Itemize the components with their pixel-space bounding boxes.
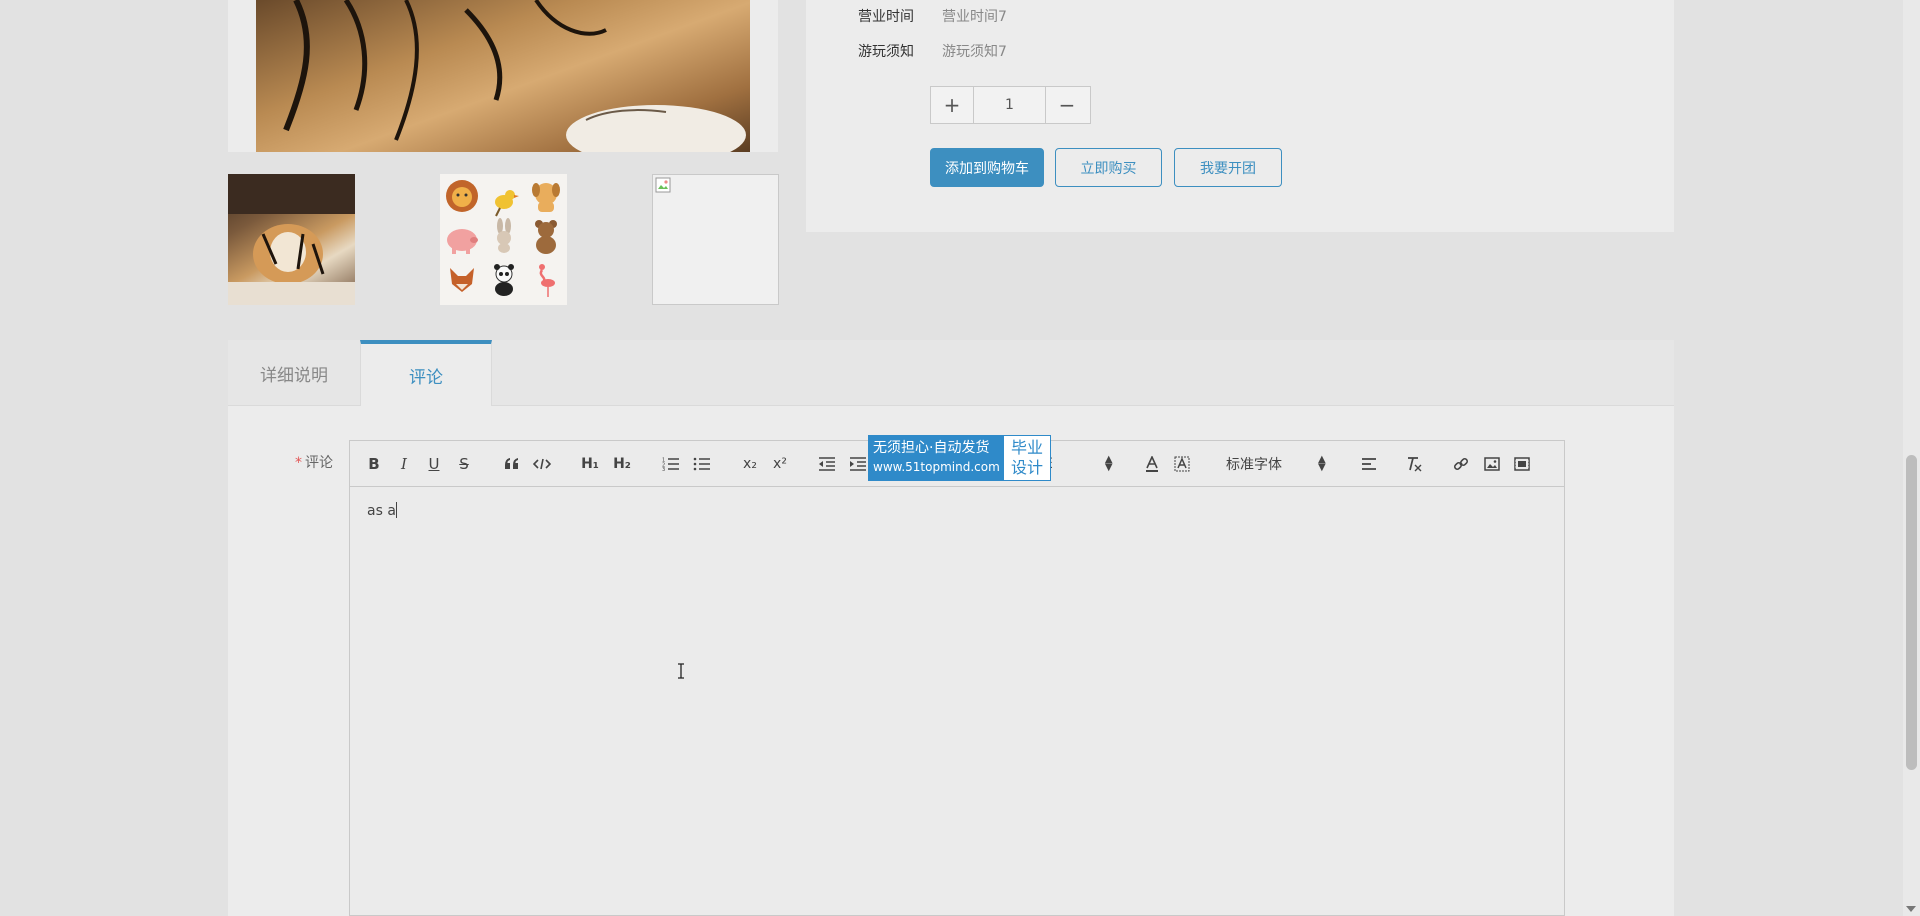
editor-content[interactable]: as a bbox=[367, 502, 397, 519]
editor-text: as a bbox=[367, 503, 396, 519]
scrollbar-thumb[interactable] bbox=[1906, 455, 1917, 770]
code-block-icon[interactable] bbox=[532, 453, 552, 475]
main-product-image bbox=[256, 0, 750, 152]
detail-tabs: 详细说明 评论 bbox=[228, 340, 1674, 406]
rabbit-icon bbox=[486, 218, 522, 254]
subscript-button[interactable]: x₂ bbox=[740, 453, 760, 475]
tiger-stripes-icon bbox=[283, 0, 746, 152]
image-icon[interactable] bbox=[1482, 453, 1502, 475]
visitor-notice-value: 游玩须知7 bbox=[942, 44, 1007, 60]
start-group-buy-button[interactable]: 我要开团 bbox=[1174, 148, 1282, 187]
watermark-right-line2: 设计 bbox=[1010, 458, 1043, 477]
watermark-slogan: 无须担心·自动发货 bbox=[873, 440, 990, 456]
visitor-notice-row: 游玩须知 游玩须知7 bbox=[858, 41, 1007, 61]
text-color-icon[interactable] bbox=[1142, 453, 1162, 475]
bold-button[interactable]: B bbox=[364, 453, 384, 475]
opening-hours-value: 营业时间7 bbox=[942, 9, 1007, 25]
gallery-thumbnail-animals[interactable] bbox=[440, 174, 567, 305]
heading-1-button[interactable]: H₁ bbox=[580, 453, 600, 475]
italic-button[interactable]: I bbox=[394, 453, 414, 475]
gallery-thumbnail-tiger[interactable] bbox=[228, 174, 355, 305]
dog-icon bbox=[528, 178, 564, 214]
quantity-minus-button[interactable]: − bbox=[1046, 87, 1088, 123]
watermark-right: 毕业 设计 bbox=[1004, 436, 1050, 480]
watermark-right-line1: 毕业 bbox=[1010, 438, 1043, 457]
comment-label-text: 评论 bbox=[305, 455, 333, 471]
indent-icon[interactable] bbox=[848, 453, 868, 475]
opening-hours-row: 营业时间 营业时间7 bbox=[858, 6, 1007, 26]
bullet-list-icon[interactable] bbox=[692, 453, 712, 475]
lion-icon bbox=[444, 178, 480, 214]
font-select-caret-icon: ▲ ▼ bbox=[1318, 454, 1326, 473]
superscript-button[interactable]: x² bbox=[770, 453, 790, 475]
text-caret bbox=[395, 502, 397, 518]
text-cursor-icon bbox=[678, 663, 684, 679]
bird-icon bbox=[486, 182, 522, 218]
watermark-badge: 无须担心·自动发货 www.51topmind.com 毕业 设计 bbox=[868, 435, 1051, 481]
quantity-input[interactable]: 1 bbox=[973, 87, 1046, 123]
comment-rich-text-editor: B I U S H₁ H₂ 123 x₂ x² E▲▼ bbox=[349, 440, 1565, 916]
add-to-cart-button[interactable]: 添加到购物车 bbox=[930, 148, 1044, 187]
strikethrough-button[interactable]: S bbox=[454, 453, 474, 475]
gallery-thumbnail-broken[interactable] bbox=[652, 174, 779, 305]
heading-2-button[interactable]: H₂ bbox=[612, 453, 632, 475]
size-select-caret-icon: ▲ ▼ bbox=[1104, 454, 1113, 473]
background-color-icon[interactable] bbox=[1172, 453, 1192, 475]
watermark-left: 无须担心·自动发货 www.51topmind.com bbox=[869, 436, 1004, 480]
pig-icon bbox=[444, 220, 480, 256]
broken-image-icon bbox=[655, 177, 671, 193]
tab-detail[interactable]: 详细说明 bbox=[228, 340, 360, 406]
panda-icon bbox=[486, 262, 522, 298]
svg-text:3: 3 bbox=[662, 467, 665, 471]
product-info-panel: 营业时间 营业时间7 游玩须知 游玩须知7 + 1 − 添加到购物车 立即购买 我要… bbox=[806, 0, 1674, 232]
quantity-plus-button[interactable]: + bbox=[931, 87, 973, 123]
buy-now-button[interactable]: 立即购买 bbox=[1055, 148, 1162, 187]
fox-icon bbox=[444, 262, 480, 298]
link-icon[interactable] bbox=[1451, 453, 1471, 475]
bear-icon bbox=[528, 218, 564, 254]
blockquote-icon[interactable] bbox=[502, 453, 522, 475]
underline-button[interactable]: U bbox=[424, 453, 444, 475]
align-icon[interactable] bbox=[1359, 453, 1379, 475]
page-scrollbar[interactable] bbox=[1903, 0, 1920, 916]
font-size-select[interactable]: E▲▼ bbox=[1044, 453, 1113, 475]
flamingo-icon bbox=[528, 262, 564, 298]
visitor-notice-label: 游玩须知 bbox=[858, 44, 914, 60]
required-mark: * bbox=[295, 455, 302, 471]
font-family-select[interactable]: 标准字体 ▲ ▼ bbox=[1226, 453, 1326, 475]
font-family-select-value: 标准字体 bbox=[1226, 457, 1282, 473]
watermark-url: www.51topmind.com bbox=[873, 460, 1000, 474]
video-icon[interactable] bbox=[1512, 453, 1532, 475]
scroll-down-arrow-icon[interactable] bbox=[1906, 906, 1916, 912]
clear-format-icon[interactable] bbox=[1404, 453, 1424, 475]
tiger-thumb-icon bbox=[228, 174, 355, 305]
quantity-stepper: + 1 − bbox=[930, 86, 1091, 124]
comment-field-label: * 评论 bbox=[295, 452, 333, 472]
ordered-list-icon[interactable]: 123 bbox=[661, 453, 681, 475]
outdent-icon[interactable] bbox=[817, 453, 837, 475]
main-image-frame bbox=[228, 0, 778, 152]
tab-comment[interactable]: 评论 bbox=[360, 340, 492, 406]
opening-hours-label: 营业时间 bbox=[858, 9, 914, 25]
